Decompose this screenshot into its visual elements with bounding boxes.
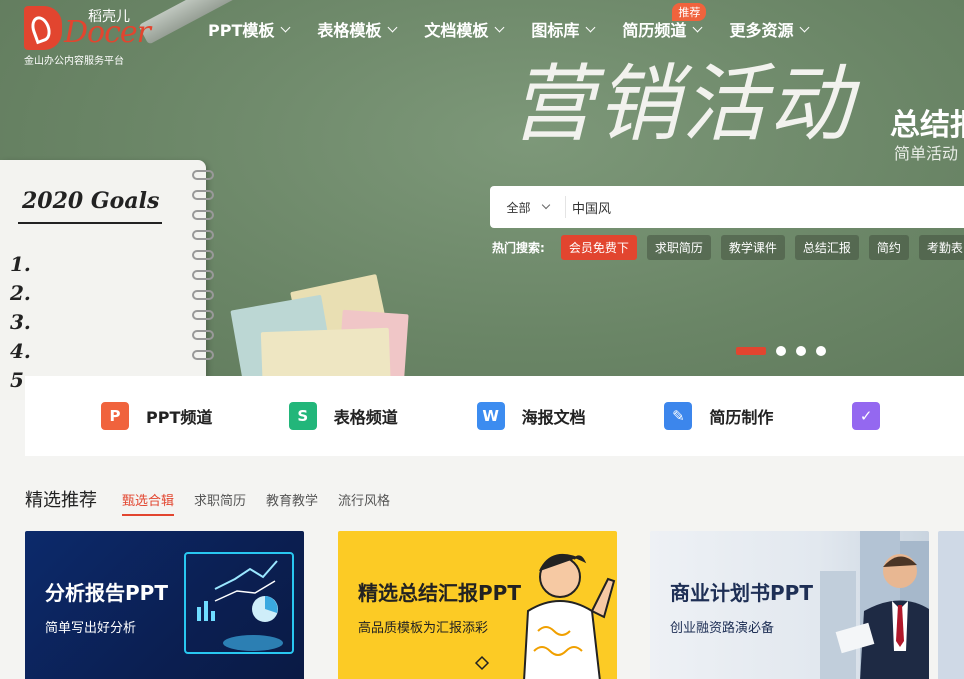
spiral-ring bbox=[192, 230, 214, 240]
word-icon: W bbox=[476, 402, 505, 430]
recommend-badge: 推荐 bbox=[672, 3, 707, 21]
card-business-plan[interactable]: 商业计划书PPT 创业融资路演必备 bbox=[650, 531, 929, 679]
carousel-indicators bbox=[736, 346, 826, 356]
tab-resume[interactable]: 求职简历 bbox=[194, 490, 246, 516]
clipboard-icon: ✓ bbox=[852, 402, 881, 430]
hot-tag[interactable]: 总结汇报 bbox=[794, 235, 859, 260]
chevron-down-icon bbox=[692, 22, 703, 32]
hero-banner[interactable]: 稻壳儿 Docer 金山办公内容服务平台 PPT模板 表格模板 文档模板 图标库… bbox=[0, 0, 964, 400]
card-subtitle: 创业融资路演必备 bbox=[670, 621, 775, 636]
notebook-underline bbox=[18, 222, 162, 224]
nav-label: 图标库 bbox=[531, 21, 580, 40]
card-subtitle: 简单写出好分析 bbox=[45, 621, 137, 636]
nav-item-doc[interactable]: 文档模板 bbox=[424, 17, 505, 41]
card-title: 分析报告PPT bbox=[45, 581, 168, 605]
hot-tag[interactable]: 求职简历 bbox=[646, 235, 711, 260]
search-category-label: 全部 bbox=[506, 200, 531, 215]
spiral-ring bbox=[192, 350, 214, 360]
notebook-list: 1. 2. 3. 4. 5. bbox=[10, 250, 31, 395]
banner-headline-right: 总结报 bbox=[890, 108, 964, 143]
resume-icon: ✎ bbox=[664, 402, 693, 430]
card-title: 商业计划书PPT bbox=[670, 581, 813, 605]
main-nav: PPT模板 表格模板 文档模板 图标库 简历频道 推荐 更多资源 bbox=[208, 3, 836, 41]
card-subtitle: 高品质模板为汇报添彩 bbox=[358, 621, 489, 636]
carousel-dot[interactable] bbox=[736, 347, 766, 355]
chevron-down-icon bbox=[541, 200, 550, 210]
channel-sheet[interactable]: S 表格频道 bbox=[213, 402, 401, 430]
spiral-ring bbox=[192, 270, 214, 280]
card-analysis-report[interactable]: 分析报告PPT 简单写出好分析 bbox=[25, 531, 304, 679]
logo-mark bbox=[24, 6, 62, 50]
notebook-item: 1. bbox=[10, 252, 31, 276]
section-tabs: 甄选合辑 求职简历 教育教学 流行风格 bbox=[122, 490, 410, 516]
channel-resume[interactable]: ✎ 简历制作 bbox=[588, 402, 776, 430]
nav-label: 更多资源 bbox=[729, 21, 794, 40]
logo-wordmark: Docer bbox=[64, 15, 151, 50]
banner-headline-right-sub: 简单活动 bbox=[894, 144, 959, 163]
section-title: 精选推荐 bbox=[25, 490, 97, 511]
hot-tag[interactable]: 简约 bbox=[868, 235, 909, 260]
spiral-ring bbox=[192, 330, 214, 340]
search-category-select[interactable]: 全部 bbox=[490, 196, 566, 218]
card-title: 精选总结汇报PPT bbox=[358, 581, 521, 605]
hot-tag[interactable]: 会员免费下 bbox=[560, 235, 637, 260]
tab-education[interactable]: 教育教学 bbox=[266, 490, 318, 516]
site-logo[interactable]: 稻壳儿 Docer 金山办公内容服务平台 bbox=[24, 4, 151, 67]
banner-headline: 营销活动 bbox=[510, 55, 855, 153]
chevron-down-icon bbox=[585, 22, 596, 32]
spiral-ring bbox=[192, 250, 214, 260]
nav-label: PPT模板 bbox=[208, 21, 275, 40]
search-box: 全部 bbox=[490, 186, 964, 228]
tab-featured[interactable]: 甄选合辑 bbox=[122, 490, 175, 516]
hot-search-label: 热门搜索: bbox=[492, 241, 545, 255]
notebook-item: 2. bbox=[10, 281, 31, 305]
channel-ppt[interactable]: P PPT频道 bbox=[25, 402, 213, 430]
notebook-title: 2020 Goals bbox=[22, 188, 160, 214]
card-summary-report[interactable]: 精选总结汇报PPT 高品质模板为汇报添彩 bbox=[338, 531, 617, 679]
notebook-item: 3. bbox=[10, 310, 31, 334]
chevron-down-icon bbox=[800, 22, 810, 32]
nav-item-ppt[interactable]: PPT模板 bbox=[208, 17, 291, 41]
nav-item-icons[interactable]: 图标库 bbox=[531, 17, 596, 41]
search-input[interactable] bbox=[566, 188, 946, 226]
chevron-down-icon bbox=[387, 22, 398, 32]
chevron-down-icon bbox=[494, 22, 505, 32]
nav-item-more[interactable]: 更多资源 bbox=[729, 17, 810, 41]
nav-item-resume[interactable]: 简历频道 推荐 bbox=[622, 3, 707, 41]
spiral-ring bbox=[192, 210, 214, 220]
channel-poster[interactable]: W 海报文档 bbox=[401, 402, 589, 430]
hot-tag[interactable]: 考勤表 bbox=[918, 235, 964, 260]
nav-label: 文档模板 bbox=[424, 21, 489, 40]
channel-bar: P PPT频道 S 表格频道 W 海报文档 ✎ 简历制作 ✓ bbox=[25, 376, 964, 456]
spiral-ring bbox=[192, 170, 214, 180]
hot-search: 热门搜索: 会员免费下 求职简历 教学课件 总结汇报 简约 考勤表 bbox=[492, 235, 964, 260]
channel-label: 表格频道 bbox=[333, 408, 398, 427]
notebook-item: 4. bbox=[10, 339, 31, 363]
nav-item-sheet[interactable]: 表格模板 bbox=[317, 17, 398, 41]
ppt-icon: P bbox=[101, 402, 129, 430]
tab-trending[interactable]: 流行风格 bbox=[338, 490, 390, 516]
spiral-ring bbox=[192, 310, 214, 320]
chevron-down-icon bbox=[280, 22, 291, 32]
hot-tag[interactable]: 教学课件 bbox=[720, 235, 785, 260]
carousel-dot[interactable] bbox=[776, 346, 786, 356]
logo-subtitle: 金山办公内容服务平台 bbox=[24, 56, 124, 67]
carousel-dot[interactable] bbox=[816, 346, 826, 356]
channel-label: 简历制作 bbox=[709, 408, 774, 427]
channel-clipboard[interactable]: ✓ bbox=[776, 402, 964, 430]
spiral-ring bbox=[192, 190, 214, 200]
notebook-illustration: 2020 Goals 1. 2. 3. 4. 5. bbox=[0, 160, 214, 400]
nav-label: 表格模板 bbox=[317, 21, 382, 40]
leaf-icon bbox=[28, 13, 54, 45]
card-next-partial[interactable] bbox=[938, 531, 964, 679]
carousel-dot[interactable] bbox=[796, 346, 806, 356]
channel-label: PPT频道 bbox=[146, 408, 213, 427]
sheet-icon: S bbox=[288, 402, 317, 430]
channel-label: 海报文档 bbox=[521, 408, 586, 427]
spiral-ring bbox=[192, 290, 214, 300]
